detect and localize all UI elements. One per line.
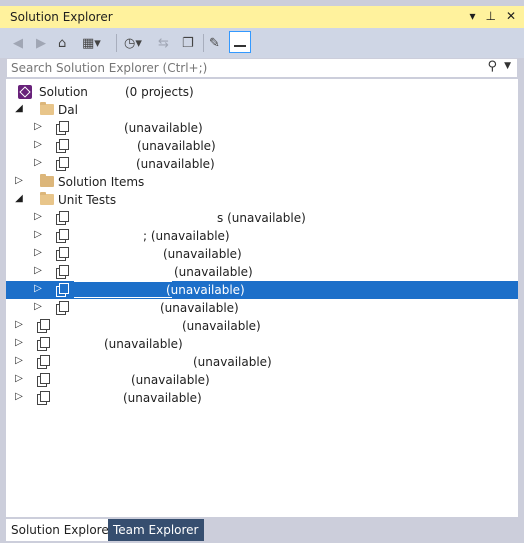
forward-icon[interactable]: ▶ bbox=[36, 33, 46, 53]
project-label: ; (unavailable) bbox=[143, 229, 230, 243]
project-label: (unavailable) bbox=[163, 247, 242, 261]
project-unavailable-icon bbox=[56, 283, 69, 297]
project-label: (unavailable) bbox=[137, 139, 216, 153]
solution-label: Solution bbox=[39, 85, 88, 99]
project-unavailable-icon bbox=[37, 337, 50, 351]
focus-rectangle bbox=[74, 281, 172, 298]
project-label: (unavailable) bbox=[136, 157, 215, 171]
folder-icon bbox=[40, 174, 54, 187]
project-unavailable-icon bbox=[56, 265, 69, 279]
tree-item-project[interactable]: ▷ (unavailable) bbox=[6, 119, 518, 137]
project-label: (unavailable) bbox=[131, 373, 210, 387]
project-label: (unavailable) bbox=[123, 391, 202, 405]
project-unavailable-icon bbox=[56, 247, 69, 261]
search-box[interactable]: ⚲ ▼ bbox=[6, 58, 518, 78]
project-label: (unavailable) bbox=[160, 301, 239, 315]
collapse-arrow-icon[interactable]: ◢ bbox=[14, 193, 24, 204]
expand-arrow-icon[interactable]: ▷ bbox=[33, 265, 43, 276]
project-unavailable-icon bbox=[56, 211, 69, 225]
project-unavailable-icon bbox=[56, 229, 69, 243]
tree-item-project[interactable]: ▷ s (unavailable) bbox=[6, 209, 518, 227]
tab-solution-explorer[interactable]: Solution Explorer bbox=[6, 519, 119, 541]
folder-open-icon bbox=[40, 192, 54, 205]
expand-arrow-icon[interactable]: ▷ bbox=[33, 247, 43, 258]
properties-icon[interactable]: ✎ bbox=[209, 33, 220, 53]
expand-arrow-icon[interactable]: ▷ bbox=[33, 139, 43, 150]
search-icon[interactable]: ⚲ bbox=[487, 59, 497, 74]
expand-arrow-icon[interactable]: ▷ bbox=[33, 211, 43, 222]
tree-item-project[interactable]: ▷ (unavailable) bbox=[6, 245, 518, 263]
close-icon[interactable]: ✕ bbox=[506, 9, 516, 23]
tree-item-project[interactable]: ▷ (unavailable) bbox=[6, 317, 518, 335]
tree-item-unit-tests[interactable]: ◢ Unit Tests bbox=[6, 191, 518, 209]
tree-item-project[interactable]: ▷ (unavailable) bbox=[6, 263, 518, 281]
project-unavailable-icon bbox=[37, 373, 50, 387]
expand-arrow-icon[interactable]: ▷ bbox=[33, 283, 43, 294]
folder-label: Solution Items bbox=[58, 175, 145, 189]
pending-changes-filter-icon[interactable]: ◷▾ bbox=[124, 33, 142, 53]
tree-item-project[interactable]: ▷ (unavailable) bbox=[6, 389, 518, 407]
tree-item-project-selected[interactable]: ▷ (unavailable) bbox=[6, 281, 518, 299]
auto-hide-pin-icon[interactable]: ⊥ bbox=[485, 9, 495, 23]
solution-explorer-toolbar: ◀ ▶ ⌂ ▦▾ ◷▾ ⇆ ❐ ✎ bbox=[0, 28, 524, 58]
project-label: s (unavailable) bbox=[217, 211, 306, 225]
tree-item-solution-items[interactable]: ▷ Solution Items bbox=[6, 173, 518, 191]
project-label: (unavailable) bbox=[182, 319, 261, 333]
tree-item-project[interactable]: ▷ ; (unavailable) bbox=[6, 227, 518, 245]
solution-icon bbox=[18, 85, 32, 99]
tree-item-project[interactable]: ▷ (unavailable) bbox=[6, 137, 518, 155]
project-label: (unavailable) bbox=[174, 265, 253, 279]
expand-arrow-icon[interactable]: ▷ bbox=[33, 121, 43, 132]
project-unavailable-icon bbox=[56, 301, 69, 315]
expand-arrow-icon[interactable]: ▷ bbox=[33, 229, 43, 240]
expand-arrow-icon[interactable]: ▷ bbox=[14, 355, 24, 366]
window-position-dropdown-icon[interactable]: ▾ bbox=[469, 9, 475, 23]
tool-window-tabs: Solution Explorer Team Explorer bbox=[0, 519, 524, 543]
tree-item-project[interactable]: ▷ (unavailable) bbox=[6, 353, 518, 371]
tab-team-explorer[interactable]: Team Explorer bbox=[108, 519, 204, 541]
project-unavailable-icon bbox=[37, 319, 50, 333]
tree-item-project[interactable]: ▷ (unavailable) bbox=[6, 371, 518, 389]
project-unavailable-icon bbox=[37, 355, 50, 369]
window-title: Solution Explorer bbox=[10, 10, 113, 24]
search-options-dropdown-icon[interactable]: ▼ bbox=[504, 61, 511, 71]
expand-arrow-icon[interactable]: ▷ bbox=[14, 175, 24, 186]
expand-arrow-icon[interactable]: ▷ bbox=[33, 301, 43, 312]
project-label: (unavailable) bbox=[193, 355, 272, 369]
tool-window-title-bar: Solution Explorer ▾ ⊥ ✕ bbox=[0, 6, 524, 28]
project-unavailable-icon bbox=[56, 139, 69, 153]
project-label: (unavailable) bbox=[166, 283, 245, 297]
switch-views-icon[interactable]: ▦▾ bbox=[82, 33, 101, 53]
project-label: (unavailable) bbox=[104, 337, 183, 351]
folder-label: Dal bbox=[58, 103, 78, 117]
solution-tree[interactable]: Solution (0 projects) ◢ Dal ▷ (unavailab… bbox=[6, 79, 518, 517]
solution-detail: (0 projects) bbox=[125, 85, 194, 99]
project-unavailable-icon bbox=[56, 121, 69, 135]
folder-label: Unit Tests bbox=[58, 193, 117, 207]
back-icon[interactable]: ◀ bbox=[13, 33, 23, 53]
collapse-all-icon[interactable]: ❐ bbox=[182, 33, 194, 53]
expand-arrow-icon[interactable]: ▷ bbox=[14, 337, 24, 348]
home-icon[interactable]: ⌂ bbox=[58, 33, 66, 53]
tree-item-project[interactable]: ▷ (unavailable) bbox=[6, 299, 518, 317]
tree-item-project[interactable]: ▷ (unavailable) bbox=[6, 155, 518, 173]
sync-with-active-document-icon[interactable]: ⇆ bbox=[158, 33, 169, 53]
folder-open-icon bbox=[40, 102, 54, 115]
expand-arrow-icon[interactable]: ▷ bbox=[14, 391, 24, 402]
project-unavailable-icon bbox=[37, 391, 50, 405]
expand-arrow-icon[interactable]: ▷ bbox=[14, 373, 24, 384]
expand-arrow-icon[interactable]: ▷ bbox=[14, 319, 24, 330]
tree-item-project[interactable]: ▷ (unavailable) bbox=[6, 335, 518, 353]
preview-selected-items-icon[interactable] bbox=[229, 31, 251, 53]
search-input[interactable] bbox=[11, 60, 471, 76]
tree-item-solution[interactable]: Solution (0 projects) bbox=[6, 83, 518, 101]
project-unavailable-icon bbox=[56, 157, 69, 171]
expand-arrow-icon[interactable]: ▷ bbox=[33, 157, 43, 168]
project-label: (unavailable) bbox=[124, 121, 203, 135]
collapse-arrow-icon[interactable]: ◢ bbox=[14, 103, 24, 114]
tree-item-dal[interactable]: ◢ Dal bbox=[6, 101, 518, 119]
